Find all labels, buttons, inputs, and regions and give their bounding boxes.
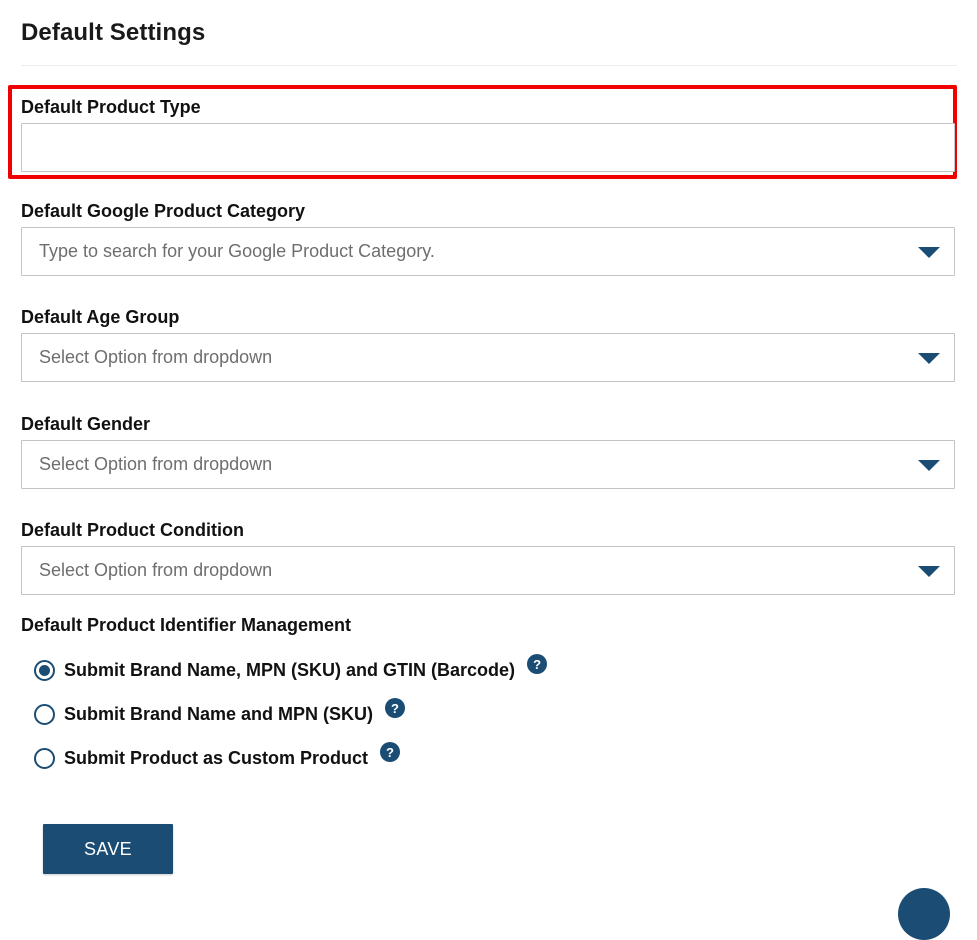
radio-label: Submit Product as Custom Product bbox=[64, 747, 369, 768]
radio-label: Submit Brand Name and MPN (SKU) bbox=[64, 703, 374, 724]
chevron-down-icon[interactable] bbox=[918, 247, 940, 258]
page-title: Default Settings bbox=[21, 19, 206, 46]
save-button[interactable]: SAVE bbox=[43, 824, 173, 874]
help-icon[interactable]: ? bbox=[385, 698, 406, 718]
condition-label: Default Product Condition bbox=[21, 520, 244, 540]
gender-select[interactable]: Select Option from dropdown bbox=[21, 440, 955, 489]
gender-placeholder: Select Option from dropdown bbox=[39, 454, 273, 474]
google-category-label: Default Google Product Category bbox=[21, 201, 306, 221]
radio-option-brand-mpn[interactable]: Submit Brand Name and MPN (SKU) ? bbox=[34, 698, 406, 727]
radio-label: Submit Brand Name, MPN (SKU) and GTIN (B… bbox=[64, 659, 516, 680]
product-type-label: Default Product Type bbox=[21, 97, 201, 117]
help-icon[interactable]: ? bbox=[527, 654, 548, 674]
chevron-down-icon[interactable] bbox=[918, 353, 940, 364]
gender-label: Default Gender bbox=[21, 414, 151, 434]
identifier-label: Default Product Identifier Management bbox=[21, 615, 352, 635]
condition-select[interactable]: Select Option from dropdown bbox=[21, 546, 955, 595]
age-group-select[interactable]: Select Option from dropdown bbox=[21, 333, 955, 382]
chevron-down-icon[interactable] bbox=[918, 460, 940, 471]
age-group-placeholder: Select Option from dropdown bbox=[39, 347, 273, 367]
age-group-label: Default Age Group bbox=[21, 307, 180, 327]
google-category-placeholder: Type to search for your Google Product C… bbox=[39, 241, 435, 261]
google-category-select[interactable]: Type to search for your Google Product C… bbox=[21, 227, 955, 276]
product-type-input[interactable] bbox=[21, 123, 955, 172]
radio-option-custom-product[interactable]: Submit Product as Custom Product ? bbox=[34, 742, 401, 771]
title-divider bbox=[21, 65, 957, 66]
chat-fab-button[interactable] bbox=[898, 888, 950, 940]
chevron-down-icon[interactable] bbox=[918, 566, 940, 577]
help-icon[interactable]: ? bbox=[380, 742, 401, 762]
radio-button-checked[interactable] bbox=[34, 659, 55, 681]
radio-option-brand-mpn-gtin[interactable]: Submit Brand Name, MPN (SKU) and GTIN (B… bbox=[34, 654, 548, 683]
radio-button[interactable] bbox=[34, 747, 55, 769]
radio-button[interactable] bbox=[34, 703, 55, 725]
condition-placeholder: Select Option from dropdown bbox=[39, 560, 273, 580]
